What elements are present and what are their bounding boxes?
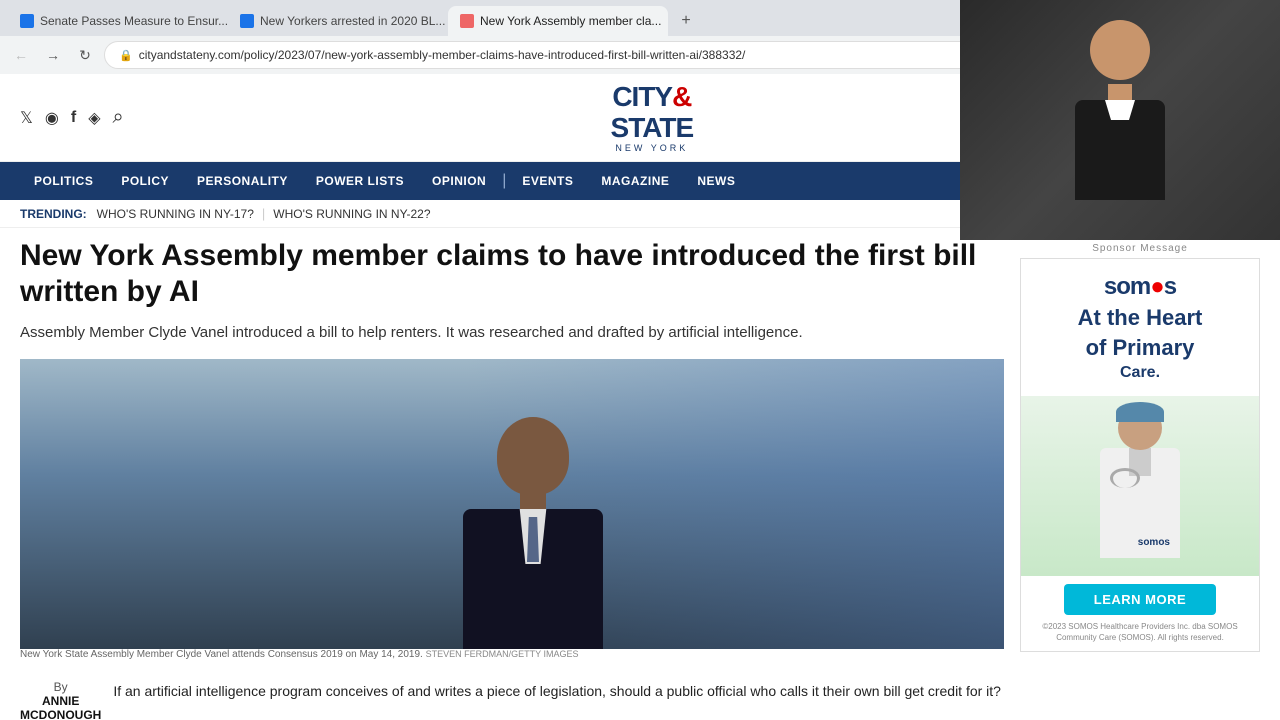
tab-2[interactable]: New Yorkers arrested in 2020 BL... × <box>228 6 448 36</box>
nav-opinion[interactable]: OPINION <box>418 162 500 200</box>
ad-headline-3: Care. <box>1035 364 1245 382</box>
doctor-cap <box>1116 402 1164 422</box>
tab-2-title: New Yorkers arrested in 2020 BL... <box>260 14 445 28</box>
webcam-overlay <box>960 0 1280 240</box>
lock-icon: 🔒 <box>119 49 133 62</box>
trending-label: TRENDING: <box>20 207 87 221</box>
person-neck <box>520 493 546 509</box>
image-caption: New York State Assembly Member Clyde Van… <box>20 649 1004 660</box>
nav-magazine[interactable]: MAGAZINE <box>587 162 683 200</box>
nav-divider: | <box>502 172 506 190</box>
facebook-icon[interactable]: f <box>71 109 76 127</box>
twitter-icon[interactable]: 𝕏 <box>20 108 33 128</box>
sidebar: Sponsor Message som●s At the Heart of Pr… <box>1020 238 1260 720</box>
ad-box: som●s At the Heart of Primary Care. <box>1020 258 1260 652</box>
nav-power-lists[interactable]: POWER LISTS <box>302 162 418 200</box>
ad-logo: som●s <box>1035 273 1245 301</box>
tab-3[interactable]: New York Assembly member cla... × <box>448 6 668 36</box>
article-image-container: New York State Assembly Member Clyde Van… <box>20 359 1004 660</box>
webcam-person-collar <box>1105 100 1135 120</box>
social-icons: 𝕏 ◉ f ◈ ⌕ <box>20 106 124 129</box>
doctor-stethoscope <box>1110 468 1140 488</box>
trending-link-1[interactable]: WHO'S RUNNING IN NY-17? <box>97 207 254 221</box>
rss-icon[interactable]: ◈ <box>88 108 100 128</box>
person-head <box>497 417 569 495</box>
ad-top: som●s At the Heart of Primary Care. <box>1021 259 1259 396</box>
ad-disclaimer: ©2023 SOMOS Healthcare Providers Inc. db… <box>1029 621 1251 643</box>
webcam-person-body <box>1075 100 1165 200</box>
article-subheadline: Assembly Member Clyde Vanel introduced a… <box>20 322 1004 345</box>
author-by: By <box>20 680 101 694</box>
doctor-logo: somos <box>1138 537 1170 548</box>
logo-subtitle: NEW YORK <box>611 144 694 154</box>
webcam-person-neck <box>1108 84 1132 100</box>
nav-news[interactable]: NEWS <box>683 162 749 200</box>
ad-logo-dot: ● <box>1150 273 1164 300</box>
author-name: ANNIE MCDONOUGH <box>20 694 101 720</box>
ad-headline-2: of Primary <box>1035 335 1245 360</box>
author-section: By ANNIE MCDONOUGH If an artificial inte… <box>20 672 1004 720</box>
tab-1[interactable]: Senate Passes Measure to Ensur... × <box>8 6 228 36</box>
trending-separator: | <box>262 206 265 221</box>
person-suit <box>463 509 603 649</box>
tab-1-favicon <box>20 14 34 28</box>
sponsor-message: Sponsor Message <box>1020 238 1260 254</box>
logo-ampersand: & <box>672 81 691 112</box>
logo-state-text: STATE <box>611 113 694 144</box>
logo-city: CITY <box>612 81 672 112</box>
refresh-button[interactable]: ↻ <box>72 42 98 68</box>
article-body: If an artificial intelligence program co… <box>113 680 1004 702</box>
image-caption-text: New York State Assembly Member Clyde Van… <box>20 649 423 660</box>
webcam-feed <box>960 0 1280 240</box>
article-image <box>20 359 1004 649</box>
site-logo[interactable]: CITY& STATE NEW YORK <box>611 82 694 153</box>
tab-3-title: New York Assembly member cla... <box>480 14 661 28</box>
ad-image: somos <box>1021 396 1259 576</box>
webcam-person-head <box>1090 20 1150 80</box>
image-credit: STEVEN FERDMAN/GETTY IMAGES <box>426 649 579 659</box>
person-tie <box>527 517 539 562</box>
author-block: By ANNIE MCDONOUGH <box>20 680 101 720</box>
forward-button[interactable]: → <box>40 42 66 68</box>
ad-footer: LEARN MORE ©2023 SOMOS Healthcare Provid… <box>1021 576 1259 651</box>
doctor-figure: somos <box>1090 406 1190 566</box>
tab-2-favicon <box>240 14 254 28</box>
nav-policy[interactable]: POLICY <box>107 162 183 200</box>
doctor-coat: somos <box>1100 448 1180 558</box>
article-main: New York Assembly member claims to have … <box>20 238 1004 720</box>
content-area: New York Assembly member claims to have … <box>0 228 1280 720</box>
instagram-icon[interactable]: ◉ <box>45 108 59 128</box>
logo-text: CITY& <box>611 82 694 113</box>
webcam-person-figure <box>1060 20 1180 220</box>
sponsor-message-text: Sponsor Message <box>1020 238 1260 254</box>
article-person <box>463 417 603 649</box>
article-headline: New York Assembly member claims to have … <box>20 238 1004 310</box>
trending-link-2[interactable]: WHO'S RUNNING IN NY-22? <box>273 207 430 221</box>
nav-personality[interactable]: PERSONALITY <box>183 162 302 200</box>
nav-events[interactable]: EVENTS <box>508 162 587 200</box>
back-button[interactable]: ← <box>8 42 34 68</box>
tab-1-title: Senate Passes Measure to Ensur... <box>40 14 228 28</box>
tab-3-favicon <box>460 14 474 28</box>
ad-learn-more-button[interactable]: LEARN MORE <box>1064 584 1216 615</box>
search-icon[interactable]: ⌕ <box>113 106 124 129</box>
url-text: cityandstateny.com/policy/2023/07/new-yo… <box>139 48 746 62</box>
new-tab-button[interactable]: + <box>672 7 700 35</box>
nav-politics[interactable]: POLITICS <box>20 162 107 200</box>
ad-headline-1: At the Heart <box>1035 305 1245 330</box>
